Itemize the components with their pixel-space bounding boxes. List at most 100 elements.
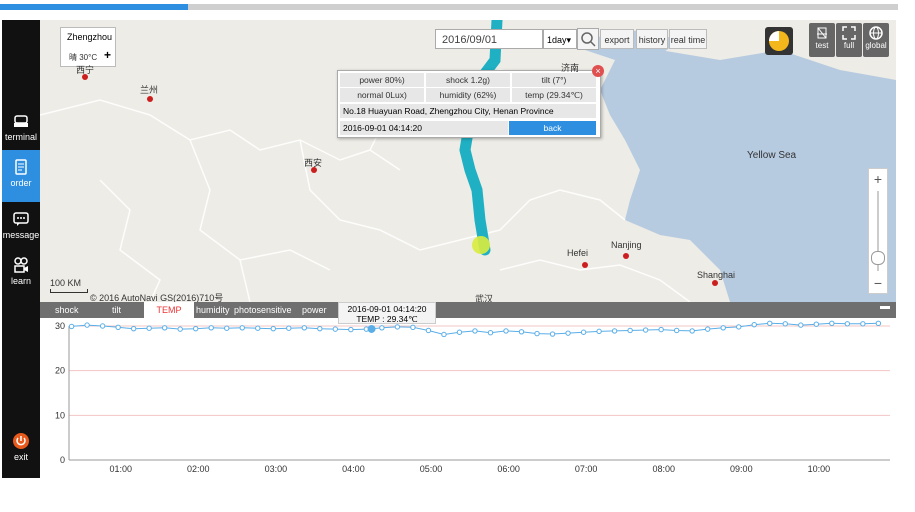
x-tick-label: 04:00	[342, 464, 365, 474]
x-tick-label: 05:00	[420, 464, 443, 474]
data-point	[146, 325, 152, 331]
history-button[interactable]: history	[636, 29, 668, 49]
tool-label: test	[815, 41, 829, 50]
tab-tilt[interactable]: tilt	[112, 302, 121, 318]
temp-reading: temp (29.34℃)	[512, 88, 596, 102]
zoom-out-button[interactable]: −	[869, 275, 887, 291]
test-button[interactable]: test	[809, 23, 835, 57]
data-point	[177, 326, 183, 332]
data-point	[456, 329, 463, 335]
range-select-value: 1day	[547, 35, 567, 45]
sidebar-item-label: terminal	[4, 132, 37, 142]
stats-button[interactable]	[765, 27, 793, 55]
search-icon	[581, 32, 596, 47]
shock-reading: shock 1.2g)	[426, 73, 510, 87]
data-point	[736, 324, 742, 330]
city-weather-box[interactable]: Zhengzhou 晴 30°C +	[60, 27, 116, 67]
terminal-icon	[14, 115, 28, 127]
sidebar-item-message[interactable]: message	[2, 202, 40, 254]
map-label-bottom-city: 武汉	[475, 294, 494, 302]
search-button[interactable]	[577, 28, 599, 50]
x-tick-label: 02:00	[187, 464, 210, 474]
chart-tooltip-value: TEMP : 29.34℃	[356, 314, 418, 324]
global-button[interactable]: global	[863, 23, 889, 57]
data-point	[673, 327, 680, 334]
data-point	[410, 324, 416, 331]
data-point	[301, 325, 308, 331]
zoom-slider-handle[interactable]	[871, 251, 885, 265]
data-point	[798, 322, 804, 328]
data-point	[658, 326, 664, 333]
data-point	[332, 326, 339, 332]
data-point	[317, 325, 323, 332]
tilt-reading: tilt (7°)	[512, 73, 596, 87]
map-label-hefei: Hefei	[567, 248, 589, 258]
sidebar-item-terminal[interactable]: terminal	[2, 104, 40, 156]
left-sidebar: terminal order message learn exit	[2, 20, 40, 478]
zoom-in-button[interactable]: +	[869, 171, 887, 187]
data-point	[394, 324, 401, 330]
data-point	[813, 321, 820, 327]
map-label-lanzhou: 兰州	[140, 85, 159, 95]
tab-temp[interactable]: TEMP	[144, 302, 194, 318]
data-point	[270, 325, 276, 332]
export-button[interactable]: export	[600, 29, 634, 49]
tool-label: full	[843, 41, 855, 50]
data-point	[239, 325, 245, 331]
map-label-yellow-sea: Yellow Sea	[747, 150, 797, 161]
data-point	[596, 328, 602, 335]
temp-line-chart[interactable]: 0 10 20 30 01:00 02:00 03:00 04:00 05:00 06:00 07…	[40, 318, 896, 478]
y-tick-label: 20	[55, 366, 65, 376]
map-label-xian: 西安	[304, 158, 323, 168]
data-point	[767, 320, 773, 327]
realtime-button[interactable]: real time	[669, 29, 707, 49]
tab-power[interactable]: power	[302, 302, 327, 318]
city-weather: 晴 30°C	[69, 53, 98, 62]
data-point	[503, 328, 509, 334]
pie-chart-icon	[769, 31, 789, 51]
y-tick-label: 30	[55, 321, 65, 331]
data-point	[425, 327, 432, 334]
data-point	[534, 330, 540, 337]
sidebar-item-exit[interactable]: exit	[2, 424, 40, 476]
sidebar-item-learn[interactable]: learn	[2, 248, 40, 300]
learn-icon	[14, 257, 28, 273]
data-point	[472, 328, 478, 334]
zoom-control[interactable]: + −	[868, 168, 888, 294]
data-point	[720, 325, 726, 331]
data-point	[161, 325, 168, 331]
data-point	[99, 323, 106, 329]
map-copyright: © 2016 AutoNavi GS(2016)710号	[90, 293, 224, 302]
device-address: No.18 Huayuan Road, Zhengzhou City, Hena…	[340, 104, 596, 118]
data-point	[642, 327, 649, 333]
x-tick-label: 06:00	[497, 464, 520, 474]
data-point	[115, 324, 121, 331]
globe-icon	[869, 26, 883, 40]
data-point	[860, 321, 866, 327]
date-input[interactable]: 2016/09/01	[435, 29, 543, 49]
power-reading: power 80%)	[340, 73, 424, 87]
data-point	[875, 320, 882, 327]
sidebar-item-label: exit	[13, 452, 28, 462]
message-icon	[13, 212, 29, 226]
fullscreen-button[interactable]: full	[836, 23, 862, 57]
data-point	[130, 325, 137, 332]
tab-shock[interactable]: shock	[55, 302, 79, 318]
close-icon[interactable]: ×	[592, 65, 604, 77]
back-button[interactable]: back	[509, 121, 596, 135]
data-point	[193, 325, 199, 332]
sidebar-item-order[interactable]: order	[2, 150, 40, 202]
data-point	[844, 321, 851, 327]
range-select[interactable]: 1day▾	[543, 29, 577, 49]
device-info-popup: power 80%) shock 1.2g) tilt (7°) normal …	[337, 70, 601, 138]
minimize-icon[interactable]	[880, 306, 890, 309]
humidity-reading: humidity (62%)	[426, 88, 510, 102]
data-point	[68, 323, 75, 330]
map-view[interactable]: Zhengzhou 晴 30°C + 2016/09/01 1day▾ expo…	[40, 20, 896, 302]
data-point	[611, 328, 618, 334]
data-point	[751, 321, 757, 328]
expand-weather-icon[interactable]: +	[104, 48, 111, 62]
tab-humidity[interactable]: humidity	[196, 302, 230, 318]
tab-photosensitive[interactable]: photosensitive	[234, 302, 292, 318]
data-point	[208, 325, 214, 331]
